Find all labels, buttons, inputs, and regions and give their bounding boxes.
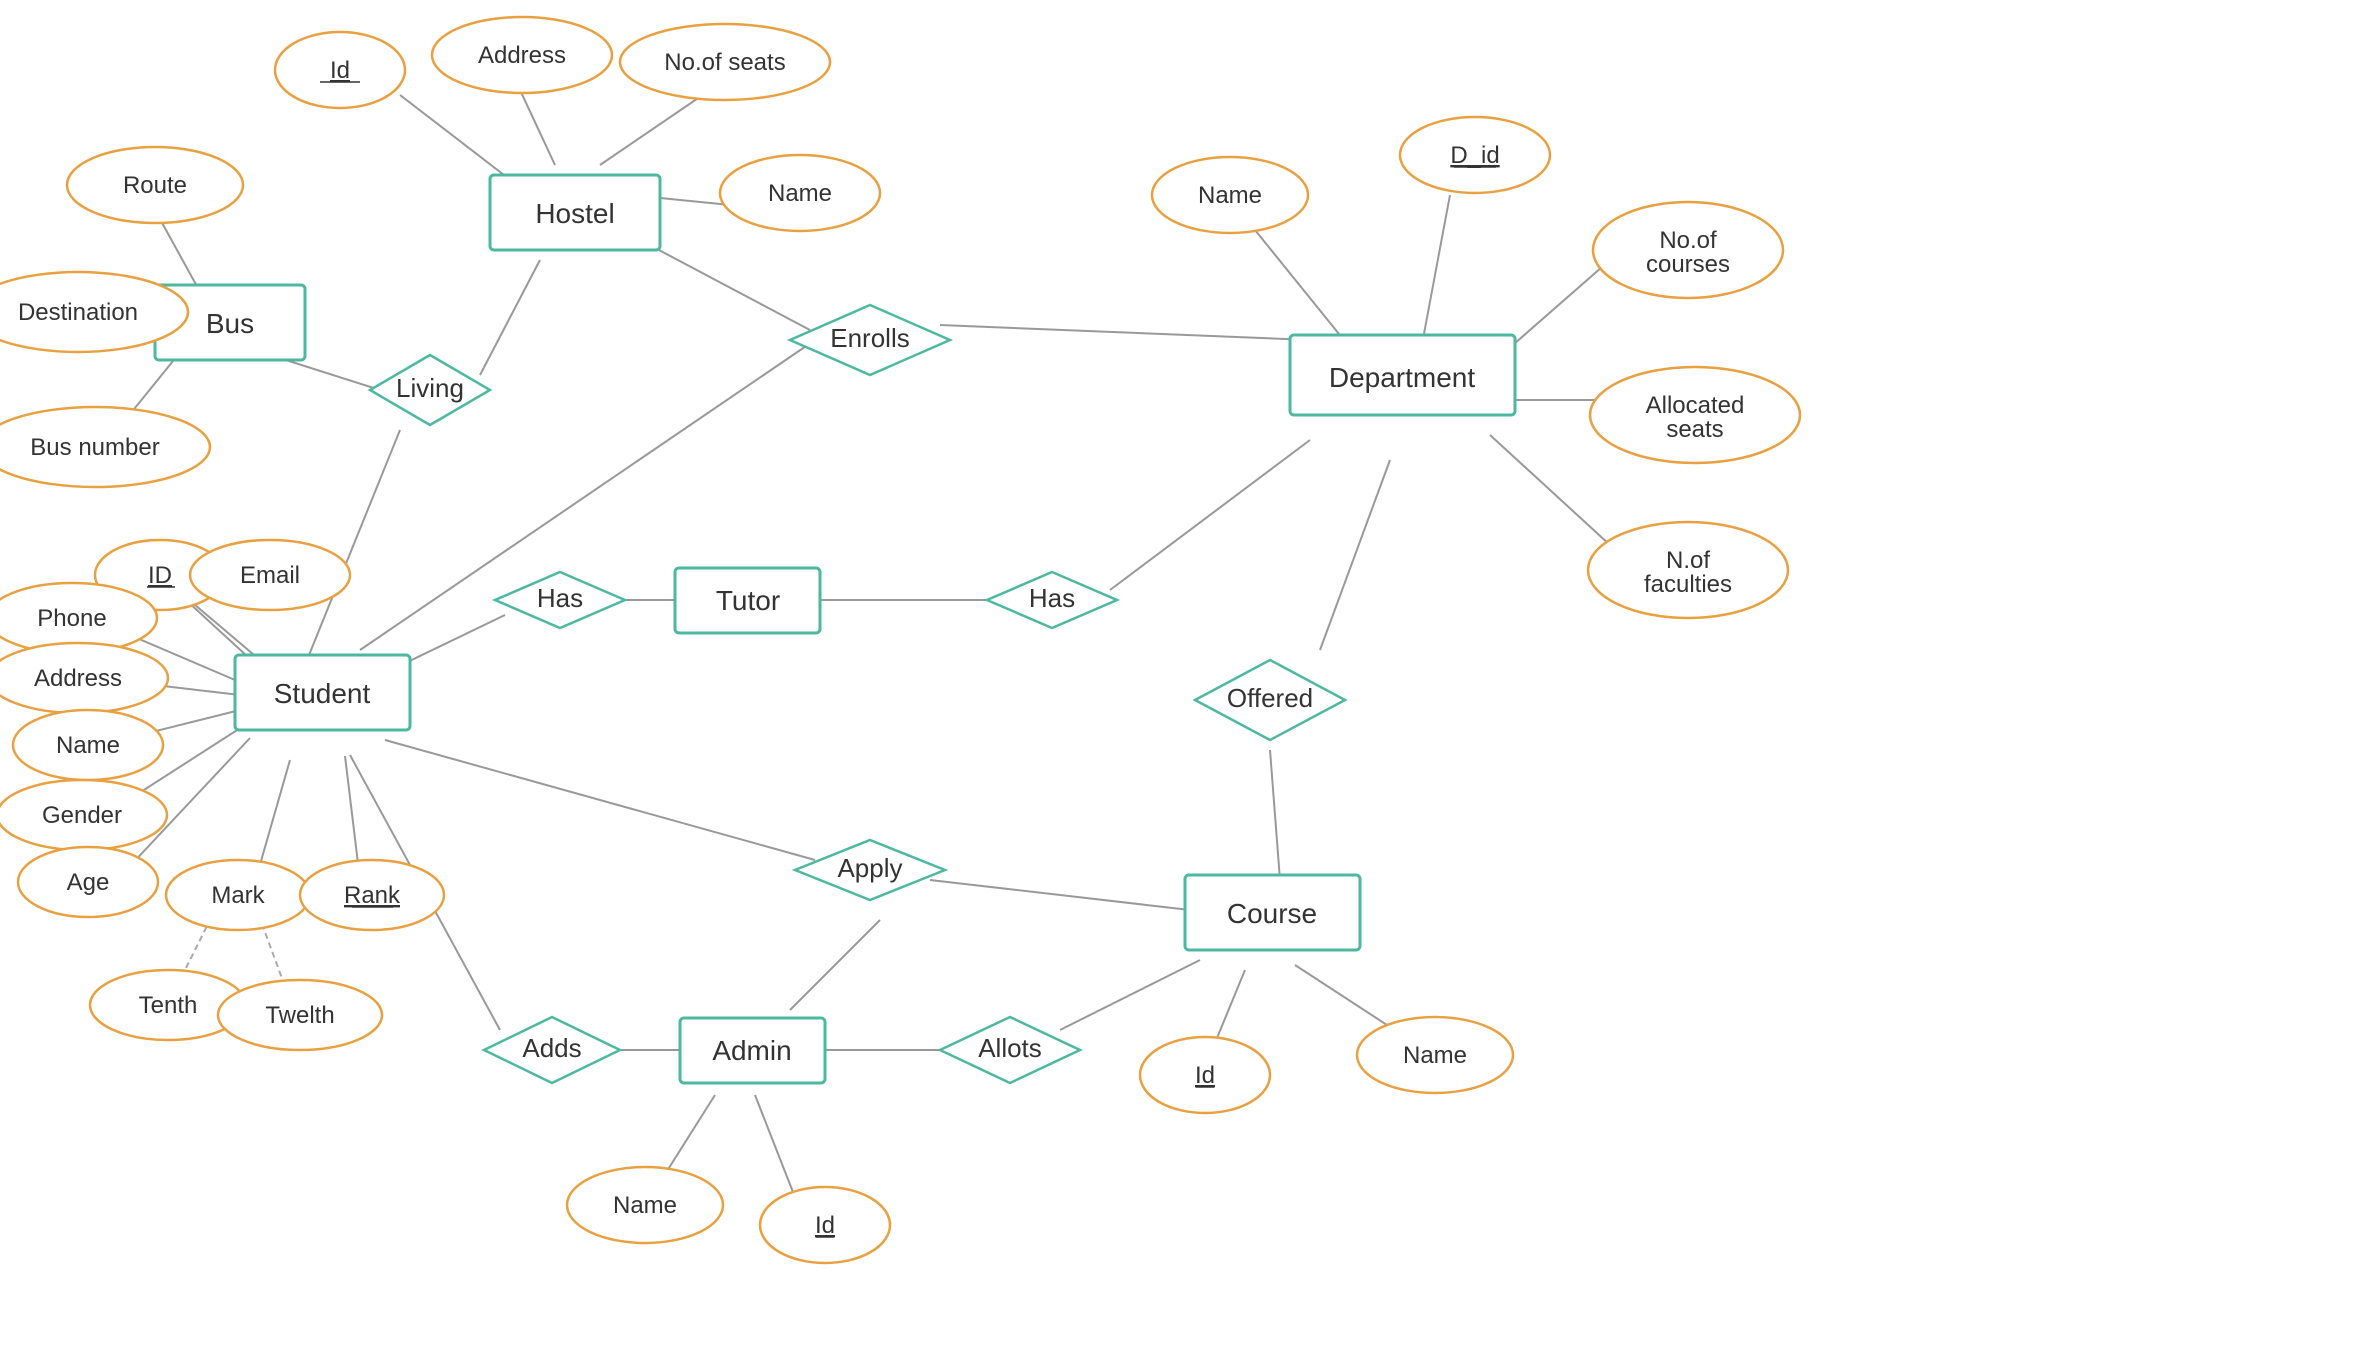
attr-student-id-label: ID	[148, 562, 172, 589]
relation-apply-label: Apply	[837, 853, 902, 883]
attr-dept-faculties-label2: faculties	[1644, 571, 1732, 598]
entity-tutor-label: Tutor	[716, 585, 780, 616]
attr-dept-did-label: D_id	[1450, 142, 1499, 169]
attr-student-name-label: Name	[56, 732, 120, 759]
relation-offered-label: Offered	[1227, 683, 1313, 713]
attr-course-id-label: Id	[1195, 1062, 1215, 1089]
entity-bus-label: Bus	[206, 308, 254, 339]
attr-bus-destination-label: Destination	[18, 299, 138, 326]
attr-student-tenth-label: Tenth	[139, 992, 198, 1019]
attr-hostel-seats-label: No.of seats	[664, 49, 785, 76]
attr-dept-name-label: Name	[1198, 182, 1262, 209]
relation-has-left-label: Has	[537, 583, 583, 613]
attr-admin-name-label: Name	[613, 1192, 677, 1219]
attr-student-twelth-label: Twelth	[265, 1002, 334, 1029]
attr-dept-seats-label: Allocated	[1646, 392, 1745, 419]
entity-hostel-label: Hostel	[535, 198, 614, 229]
relation-has-right-label: Has	[1029, 583, 1075, 613]
attr-hostel-name-label: Name	[768, 180, 832, 207]
attr-dept-courses-label: No.of	[1659, 227, 1717, 254]
entity-course-label: Course	[1227, 898, 1317, 929]
attr-course-name-label: Name	[1403, 1042, 1467, 1069]
relation-living-label: Living	[396, 373, 464, 403]
entity-student-label: Student	[274, 678, 371, 709]
attr-bus-number-label: Bus number	[30, 434, 159, 461]
attr-hostel-address-label: Address	[478, 42, 566, 69]
attr-admin-id-label: Id	[815, 1212, 835, 1239]
attr-hostel-id-label: Id	[330, 57, 350, 84]
attr-dept-seats-label2: seats	[1666, 416, 1723, 443]
relation-enrolls-label: Enrolls	[830, 323, 909, 353]
attr-student-email-label: Email	[240, 562, 300, 589]
entity-admin-label: Admin	[712, 1035, 791, 1066]
er-diagram: Bus Hostel Student Tutor Department Cour…	[0, 0, 2360, 1360]
attr-student-gender-label: Gender	[42, 802, 122, 829]
attr-student-mark-label: Mark	[211, 882, 265, 909]
attr-student-address-label: Address	[34, 665, 122, 692]
attr-student-age-label: Age	[67, 869, 110, 896]
entity-department-label: Department	[1329, 362, 1476, 393]
attr-dept-courses-label2: courses	[1646, 251, 1730, 278]
attr-dept-faculties-label: N.of	[1666, 547, 1710, 574]
attr-bus-route-label: Route	[123, 172, 187, 199]
relation-adds-label: Adds	[522, 1033, 581, 1063]
relation-allots-label: Allots	[978, 1033, 1042, 1063]
attr-student-rank-label: Rank	[344, 882, 401, 909]
attr-student-phone-label: Phone	[37, 605, 106, 632]
